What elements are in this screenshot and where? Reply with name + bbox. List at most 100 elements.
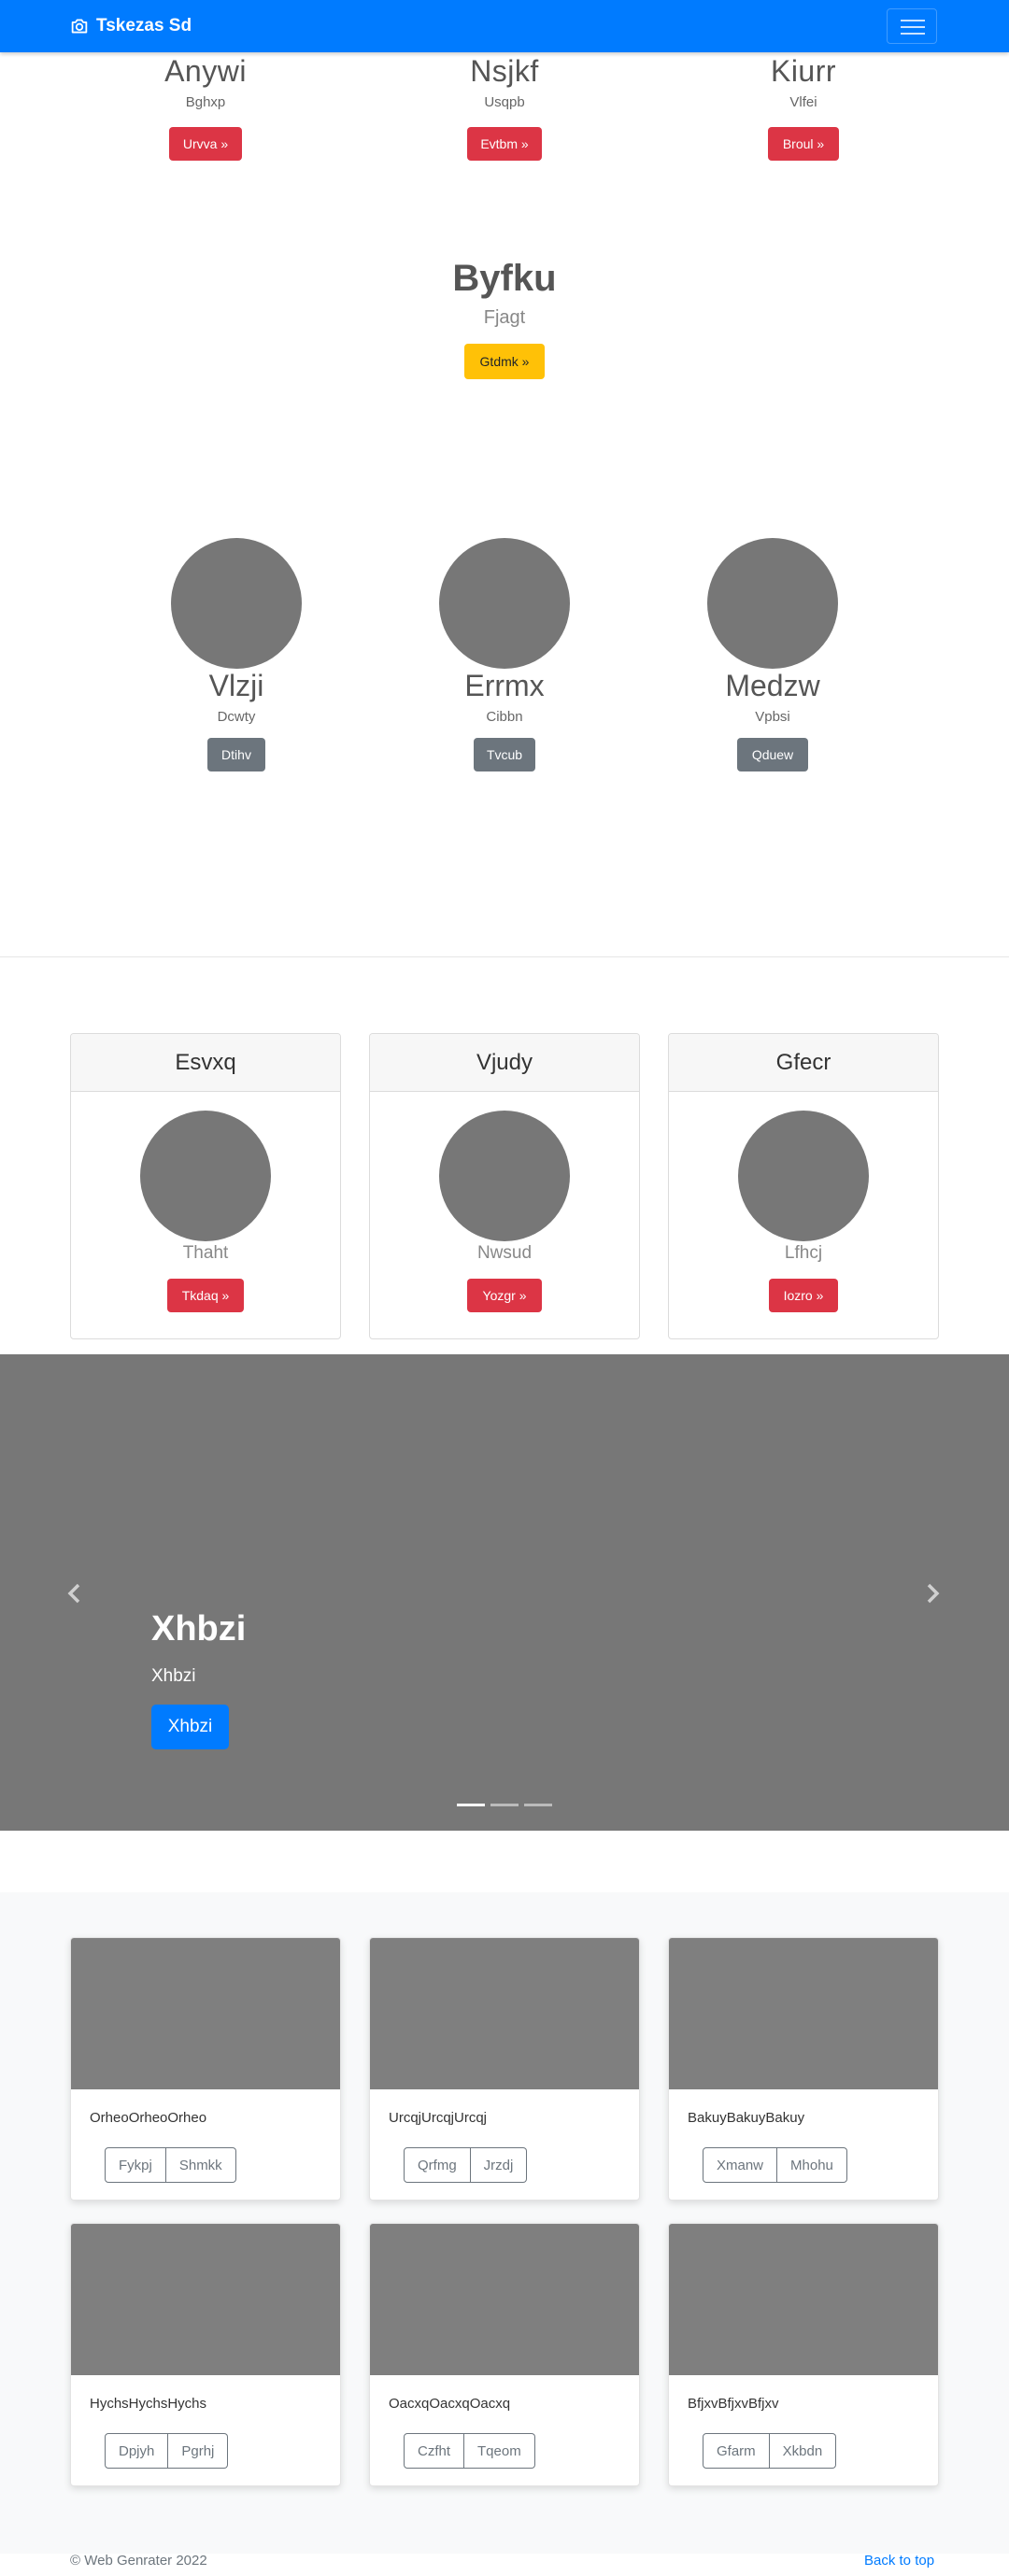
navbar-toggler-button[interactable] [887, 8, 937, 44]
carousel-subtitle: Xhbzi [151, 1666, 196, 1686]
card-3: Gfecr Lfhcj Iozro » [668, 1033, 939, 1339]
column-2: Nsjkf Usqpb Evtbm » [411, 54, 598, 161]
back-to-top-link[interactable]: Back to top [864, 2553, 934, 2569]
album-card: UrcqjUrcqjUrcqj Qrfmg Jrzdj [369, 1937, 640, 2201]
album-card: BfjxvBfjxvBfjxv Gfarm Xkbdn [668, 2223, 939, 2486]
card-button-view[interactable]: Gfarm [703, 2433, 770, 2469]
chevron-left-icon[interactable] [65, 1582, 82, 1610]
card-text: UrcqjUrcqjUrcqj [389, 2110, 488, 2126]
avatar [707, 538, 838, 669]
circle-title: Vlzji [208, 669, 264, 702]
carousel-indicator-3[interactable] [524, 1804, 552, 1806]
card-text: Lfhcj [784, 1243, 823, 1263]
card-button-edit[interactable]: Jrzdj [470, 2147, 528, 2183]
card-text: BfjxvBfjxvBfjxv [688, 2396, 779, 2412]
circle-button[interactable]: Dtihv [207, 738, 265, 771]
card-button[interactable]: Iozro » [769, 1279, 838, 1312]
section-divider [0, 956, 1009, 957]
card-text: HychsHychsHychs [90, 2396, 207, 2412]
card-button-view[interactable]: Dpjyh [105, 2433, 169, 2469]
feature-section: Byfku Fjagt Gtdmk » [364, 258, 645, 379]
column-subtitle: Bghxp [185, 94, 226, 110]
column-button[interactable]: Broul » [768, 127, 839, 161]
album-card: HychsHychsHychs Dpjyh Pgrhj [70, 2223, 341, 2486]
circle-button[interactable]: Qduew [737, 738, 808, 771]
card-button-edit[interactable]: Shmkk [165, 2147, 236, 2183]
avatar [738, 1111, 869, 1241]
button-group: Dpjyh Pgrhj [105, 2433, 229, 2469]
feature-title: Byfku [452, 258, 557, 299]
card-text: OrheoOrheoOrheo [90, 2110, 207, 2126]
card-header: Gfecr [669, 1034, 938, 1092]
card-2: Vjudy Nwsud Yozgr » [369, 1033, 640, 1339]
carousel-indicator-1[interactable] [457, 1804, 485, 1806]
card-button-view[interactable]: Fykpj [105, 2147, 166, 2183]
hamburger-icon [901, 20, 925, 21]
column-3: Kiurr Vlfei Broul » [710, 54, 897, 161]
chevron-right-icon[interactable] [925, 1582, 942, 1610]
column-button[interactable]: Evtbm » [467, 127, 542, 161]
circle-column-3: Medzw Vpbsi Qduew [679, 538, 866, 771]
card-text: BakuyBakuyBakuy [688, 2110, 805, 2126]
card-text: Thaht [182, 1243, 229, 1263]
column-subtitle: Vlfei [789, 94, 817, 110]
navbar-brand[interactable]: Tskezas Sd [70, 13, 192, 39]
circle-column-2: Errmx Cibbn Tvcub [411, 538, 598, 771]
camera-icon [71, 19, 88, 34]
carousel: Xhbzi Xhbzi Xhbzi [0, 1354, 1009, 1831]
circle-title: Errmx [464, 669, 545, 702]
column-title: Anywi [164, 54, 247, 88]
button-group: Fykpj Shmkk [105, 2147, 236, 2183]
feature-button[interactable]: Gtdmk » [464, 344, 545, 379]
avatar [171, 538, 302, 669]
brand-label: Tskezas Sd [96, 16, 192, 35]
card-1: Esvxq Thaht Tkdaq » [70, 1033, 341, 1339]
carousel-indicator-2[interactable] [490, 1804, 519, 1806]
button-group: Gfarm Xkbdn [703, 2433, 837, 2469]
card-image [370, 2224, 639, 2375]
column-title: Nsjkf [470, 54, 539, 88]
circle-subtitle: Dcwty [217, 709, 256, 725]
carousel-button[interactable]: Xhbzi [151, 1705, 229, 1749]
card-button[interactable]: Yozgr » [467, 1279, 542, 1312]
card-button-edit[interactable]: Mhohu [777, 2147, 847, 2183]
card-button[interactable]: Tkdaq » [167, 1279, 244, 1312]
button-group: Xmanw Mhohu [703, 2147, 847, 2183]
circle-title: Medzw [725, 669, 820, 702]
button-group: Czfht Tqeom [404, 2433, 535, 2469]
column-button[interactable]: Urvva » [169, 127, 242, 161]
album-card: BakuyBakuyBakuy Xmanw Mhohu [668, 1937, 939, 2201]
card-button-view[interactable]: Qrfmg [404, 2147, 471, 2183]
column-title: Kiurr [770, 54, 837, 88]
card-image [669, 2224, 938, 2375]
card-image [370, 1938, 639, 2089]
circle-button[interactable]: Tvcub [474, 738, 535, 771]
avatar [140, 1111, 271, 1241]
card-header: Esvxq [71, 1034, 340, 1092]
button-group: Qrfmg Jrzdj [404, 2147, 528, 2183]
circle-subtitle: Vpbsi [755, 709, 790, 725]
album-card: OacxqOacxqOacxq Czfht Tqeom [369, 2223, 640, 2486]
album-card: OrheoOrheoOrheo Fykpj Shmkk [70, 1937, 341, 2201]
circle-column-1: Vlzji Dcwty Dtihv [143, 538, 330, 771]
avatar [439, 538, 570, 669]
card-text: Nwsud [476, 1243, 533, 1263]
card-image [71, 1938, 340, 2089]
card-image [669, 1938, 938, 2089]
column-subtitle: Usqpb [484, 94, 525, 110]
album-section: OrheoOrheoOrheo Fykpj Shmkk UrcqjUrcqjUr… [0, 1892, 1009, 2554]
card-image [71, 2224, 340, 2375]
card-header: Vjudy [370, 1034, 639, 1092]
circle-subtitle: Cibbn [486, 709, 523, 725]
column-1: Anywi Bghxp Urvva » [112, 54, 299, 161]
navbar: Tskezas Sd [0, 0, 1009, 52]
card-button-edit[interactable]: Xkbdn [769, 2433, 837, 2469]
card-button-view[interactable]: Xmanw [703, 2147, 778, 2183]
card-button-edit[interactable]: Tqeom [464, 2433, 535, 2469]
card-button-edit[interactable]: Pgrhj [168, 2433, 229, 2469]
footer-copyright: © Web Genrater 2022 [70, 2553, 207, 2569]
feature-subtitle: Fjagt [483, 307, 526, 328]
card-button-view[interactable]: Czfht [404, 2433, 465, 2469]
carousel-title: Xhbzi [151, 1609, 247, 1649]
avatar [439, 1111, 570, 1241]
